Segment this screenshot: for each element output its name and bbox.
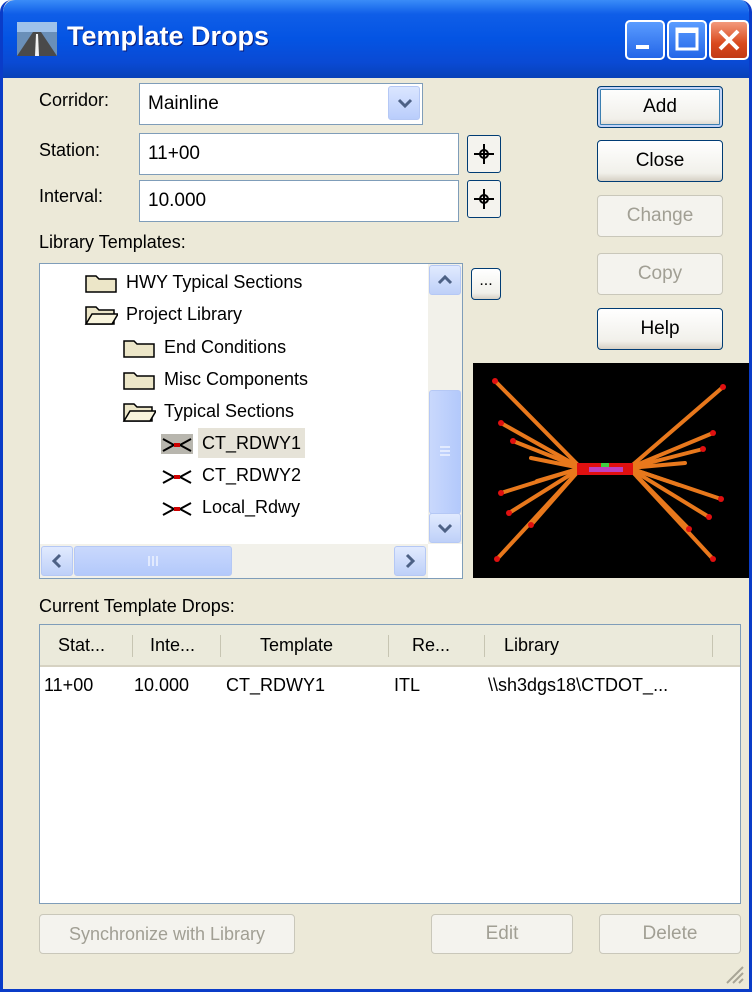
template-drops-dialog: Template Drops Corridor: Mainline Statio… [0,0,752,992]
interval-pick-button[interactable] [467,180,501,218]
chevron-right-icon [405,553,416,569]
library-templates-label: Library Templates: [39,232,186,252]
scroll-right-button[interactable] [394,546,426,576]
folder-closed-icon [123,372,155,390]
edit-button[interactable]: Edit [431,914,573,954]
current-drops-label: Current Template Drops: [39,596,235,616]
cell-interval: 10.000 [134,675,190,695]
folder-open-icon [84,306,118,325]
title-bar[interactable]: Template Drops [3,0,749,78]
cell-station: 11+00 [44,675,94,695]
corridor-value: Mainline [148,93,219,114]
resize-grip-icon[interactable] [723,963,745,985]
tree-horizontal-scroll-thumb[interactable] [74,546,232,576]
window-title: Template Drops [67,21,270,51]
tree-vertical-scrollbar[interactable] [428,264,462,544]
tree-horizontal-scrollbar[interactable] [40,544,428,578]
tree-item-label: Local_Rdwy [202,497,301,517]
column-divider[interactable] [132,635,133,657]
station-label: Station: [39,140,101,160]
station-field[interactable]: 11+00 [139,133,459,175]
template-cross-section-preview [492,378,726,562]
folder-closed-icon [123,340,155,358]
grip-lines-icon [440,446,450,456]
column-header-interval[interactable]: Inte... [150,625,195,665]
chevron-down-icon [397,98,413,109]
template-icon [162,470,192,484]
cell-revision: ITL [394,675,421,695]
template-drops-list[interactable]: Stat... Inte... Template Re... Library 1… [39,624,741,904]
browse-library-button[interactable]: ... [471,268,501,300]
corridor-select[interactable]: Mainline [139,83,423,125]
tree-item-label: Misc Components [164,369,309,389]
copy-button[interactable]: Copy [597,253,723,295]
chevron-down-icon [437,523,453,534]
delete-button[interactable]: Delete [599,914,741,954]
interval-label: Interval: [39,186,104,206]
column-divider[interactable] [484,635,485,657]
chevron-up-icon [437,274,453,285]
close-icon [718,29,740,51]
interval-field[interactable]: 10.000 [139,180,459,222]
crosshair-icon [474,189,494,209]
template-icon [161,434,193,454]
tree-item-label: End Conditions [164,337,287,357]
column-header-revision[interactable]: Re... [412,625,450,665]
column-divider[interactable] [220,635,221,657]
cell-library: \\sh3dgs18\CTDOT_... [488,675,669,695]
tree-item-label: Typical Sections [164,401,295,421]
chevron-left-icon [51,553,62,569]
tree-item-label: CT_RDWY2 [202,465,302,485]
grip-lines-icon [148,556,158,566]
synchronize-with-library-button[interactable]: Synchronize with Library [39,914,295,954]
template-icon [162,502,192,516]
station-pick-button[interactable] [467,135,501,173]
help-button[interactable]: Help [597,308,723,350]
scroll-down-button[interactable] [429,513,461,543]
tree-item-label: HWY Typical Sections [126,272,303,292]
maximize-button[interactable] [667,20,707,60]
crosshair-icon [474,144,494,164]
template-preview [473,363,749,578]
minimize-button[interactable] [625,20,665,60]
corridor-dropdown-button[interactable] [388,86,420,120]
tree-vertical-scroll-thumb[interactable] [429,390,461,514]
folder-open-icon [122,403,156,422]
library-tree[interactable]: HWY Typical Sections Project Library End… [39,263,463,579]
road-app-icon [17,22,57,56]
column-header-library[interactable]: Library [504,625,559,665]
column-divider[interactable] [388,635,389,657]
change-button[interactable]: Change [597,195,723,237]
column-divider[interactable] [712,635,713,657]
list-header: Stat... Inte... Template Re... Library [40,625,740,667]
close-window-button[interactable] [709,20,749,60]
column-header-template[interactable]: Template [260,625,333,665]
maximize-icon [675,27,699,51]
corridor-label: Corridor: [39,90,110,110]
scroll-left-button[interactable] [41,546,73,576]
tree-item-label: Project Library [126,304,243,324]
tree-item-label: CT_RDWY1 [198,428,306,458]
folder-closed-icon [85,275,117,293]
scroll-up-button[interactable] [429,265,461,295]
close-button[interactable]: Close [597,140,723,182]
minimize-icon [636,45,649,49]
cell-template: CT_RDWY1 [226,675,326,695]
add-button[interactable]: Add [597,86,723,128]
column-header-station[interactable]: Stat... [58,625,105,665]
